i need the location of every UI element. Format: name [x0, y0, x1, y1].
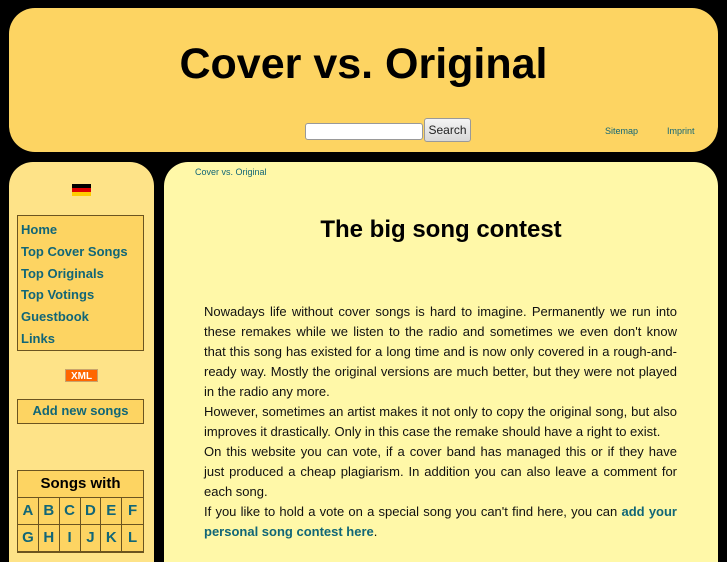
breadcrumb[interactable]: Cover vs. Original	[195, 167, 267, 177]
letter-j[interactable]: J	[80, 525, 102, 552]
sidebar: Home Top Cover Songs Top Originals Top V…	[9, 162, 154, 562]
letter-k[interactable]: K	[101, 525, 123, 552]
letter-c[interactable]: C	[59, 498, 81, 525]
search-button[interactable]: Search	[424, 118, 471, 142]
main-content: Cover vs. Original The big song contest …	[164, 162, 718, 562]
nav-home[interactable]: Home	[21, 219, 143, 241]
paragraph-text: If you like to hold a vote on a special …	[204, 504, 622, 519]
letter-g[interactable]: G	[18, 525, 39, 552]
nav-guestbook[interactable]: Guestbook	[21, 306, 143, 328]
paragraph: Nowadays life without cover songs is har…	[204, 304, 677, 399]
letter-a[interactable]: A	[18, 498, 39, 525]
site-title: Cover vs. Original	[179, 40, 548, 88]
nav-menu: Home Top Cover Songs Top Originals Top V…	[17, 215, 144, 351]
intro-text: Nowadays life without cover songs is har…	[204, 302, 677, 542]
songs-with-heading: Songs with	[18, 471, 143, 498]
nav-top-votings[interactable]: Top Votings	[21, 284, 143, 306]
add-new-songs-button[interactable]: Add new songs	[17, 399, 144, 424]
german-flag-icon[interactable]	[72, 184, 91, 196]
search-input[interactable]	[305, 123, 423, 140]
sitemap-link[interactable]: Sitemap	[605, 126, 638, 136]
letter-b[interactable]: B	[38, 498, 60, 525]
page-title: The big song contest	[320, 216, 562, 243]
header: Cover vs. Original Search Sitemap Imprin…	[9, 8, 718, 152]
paragraph-end: .	[373, 524, 378, 539]
xml-feed-badge[interactable]: XML	[65, 369, 98, 382]
songs-with-box: Songs with ABCDEF GHIJKL	[17, 470, 144, 553]
letter-f[interactable]: F	[122, 498, 143, 525]
nav-top-cover-songs[interactable]: Top Cover Songs	[21, 241, 143, 263]
imprint-link[interactable]: Imprint	[667, 126, 695, 136]
letter-d[interactable]: D	[80, 498, 102, 525]
paragraph: However, sometimes an artist makes it no…	[204, 404, 677, 439]
letter-l[interactable]: L	[122, 525, 143, 552]
letter-i[interactable]: I	[59, 525, 81, 552]
letter-grid: ABCDEF GHIJKL	[18, 498, 143, 552]
letter-h[interactable]: H	[38, 525, 60, 552]
paragraph: If you like to hold a vote on a special …	[204, 502, 677, 542]
paragraph: On this website you can vote, if a cover…	[204, 444, 677, 499]
nav-links[interactable]: Links	[21, 328, 143, 350]
letter-e[interactable]: E	[101, 498, 123, 525]
nav-top-originals[interactable]: Top Originals	[21, 263, 143, 285]
